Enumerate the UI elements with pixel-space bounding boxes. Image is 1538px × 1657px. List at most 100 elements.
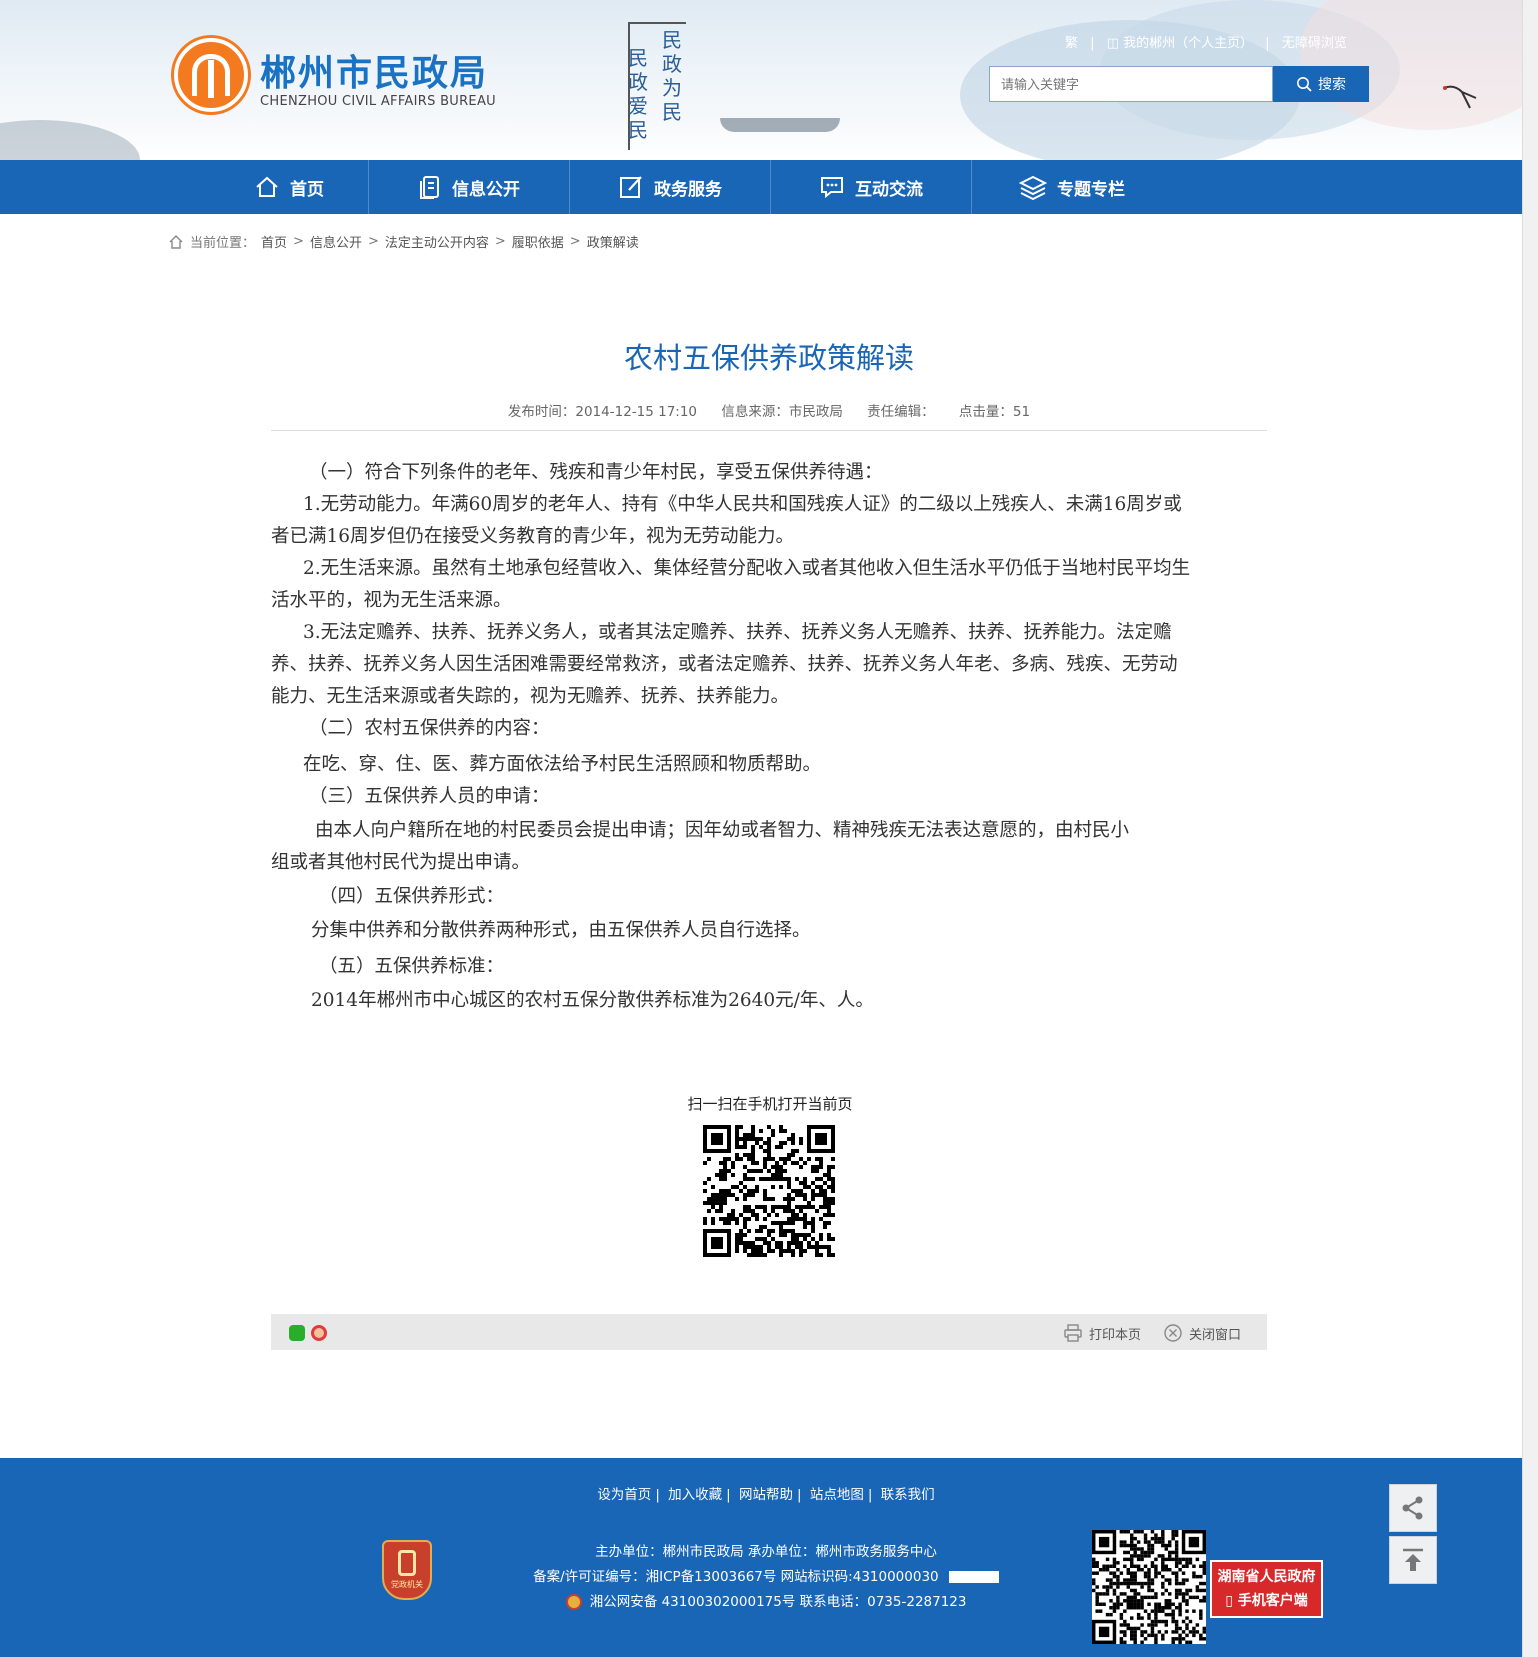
paragraph: 分集中供养和分散供养两种形式，由五保供养人员自行选择。: [311, 920, 811, 941]
crane-decoration: [1443, 85, 1477, 109]
footer-link-set-homepage[interactable]: 设为首页: [597, 1487, 651, 1503]
breadcrumb-separator: >: [367, 234, 379, 249]
breadcrumb-statutory-content[interactable]: 法定主动公开内容: [385, 232, 489, 251]
paragraph: （一）符合下列条件的老年、残疾和青少年村民，享受五保供养待遇：: [309, 462, 883, 483]
footer-link-contact[interactable]: 联系我们: [881, 1487, 935, 1503]
back-to-top-button[interactable]: [1389, 1536, 1437, 1584]
nav-government-service[interactable]: 政务服务: [570, 160, 770, 214]
home-icon: [169, 234, 183, 249]
close-icon: [1164, 1324, 1182, 1342]
article-title: 农村五保供养政策解读: [623, 341, 914, 375]
paragraph: 3.无法定赡养、扶养、抚养义务人，或者其法定赡养、扶养、抚养义务人无赡养、扶养、…: [303, 622, 1172, 643]
paragraph: 由本人向户籍所在地的村民委员会提出申请；因年幼或者智力、精神残疾无法表达意愿的，…: [315, 820, 1130, 841]
footer-link-add-favorite[interactable]: 加入收藏: [668, 1487, 722, 1503]
hit-count: 点击量：51: [958, 404, 1031, 420]
document-icon: [420, 176, 439, 199]
paragraph: 1.无劳动能力。年满60周岁的老年人、持有《中华人民共和国残疾人证》的二级以上残…: [303, 494, 1182, 515]
breadcrumb: 当前位置： 首页 > 信息公开 > 法定主动公开内容 > 履职依据 > 政策解读: [168, 232, 639, 251]
paragraph: 在吃、穿、住、医、葬方面依法给予村民生活照顾和物质帮助。: [303, 754, 822, 775]
paragraph: 2014年郴州市中心城区的农村五保分散供养标准为2640元/年、人。: [311, 990, 874, 1011]
site-name-en: CHENZHOU CIVIL AFFAIRS BUREAU: [260, 94, 496, 109]
paragraph: （三）五保供养人员的申请：: [309, 786, 550, 807]
paragraph: 活水平的，视为无生活来源。: [271, 590, 512, 611]
arrow-up-icon: [1403, 1548, 1423, 1571]
title-divider: [271, 430, 1267, 431]
search-icon: [1297, 77, 1312, 92]
paragraph: 者已满16周岁但仍在接受义务教育的青少年，视为无劳动能力。: [271, 526, 795, 547]
nav-label: 政务服务: [654, 179, 722, 200]
weibo-share-icon[interactable]: [311, 1325, 327, 1341]
nav-info-public[interactable]: 信息公开: [369, 160, 569, 214]
share-float-button[interactable]: [1389, 1484, 1437, 1532]
my-chenzhou-link[interactable]: 我的郴州（个人主页）: [1123, 36, 1253, 51]
breadcrumb-prefix: 当前位置：: [190, 236, 256, 251]
site-footer: 设为首页 | 加入收藏 | 网站帮助 | 站点地图 | 联系我们 党政机关 主办单位：郴…: [0, 1458, 1532, 1657]
breadcrumb-separator: >: [494, 234, 506, 249]
chat-icon: [821, 177, 843, 199]
search-input[interactable]: [989, 66, 1273, 102]
paragraph: 能力、无生活来源或者失踪的，视为无赡养、抚养、扶养能力。: [271, 686, 790, 707]
slogan-right: 民政为民: [662, 28, 682, 124]
nav-interaction[interactable]: 互动交流: [771, 160, 971, 214]
phone-icon: ▯: [1225, 1593, 1233, 1609]
site-logo-icon[interactable]: [174, 38, 248, 112]
nav-label: 专题专栏: [1057, 179, 1125, 200]
breadcrumb-separator: >: [569, 234, 581, 249]
gov-app-line2: 手机客户端: [1237, 1593, 1308, 1609]
nav-special-topics[interactable]: 专题专栏: [972, 160, 1172, 214]
search-button[interactable]: 搜索: [1273, 66, 1369, 102]
footer-icp-text: 备案/许可证编号：湘ICP备13003667号 网站标识码:4310000030: [533, 1569, 939, 1585]
responsible-editor: 责任编辑：: [867, 404, 935, 420]
traditional-chinese-link[interactable]: 繁: [1065, 36, 1078, 51]
hunan-gov-app-button[interactable]: 湖南省人民政府 ▯ 手机客户端: [1210, 1560, 1323, 1618]
site-header: 郴州市民政局 CHENZHOU CIVIL AFFAIRS BUREAU 民政为…: [0, 0, 1532, 160]
main-nav: 首页 信息公开 政务服务 互动交流 专题专栏: [0, 160, 1522, 214]
breadcrumb-home[interactable]: 首页: [261, 232, 287, 251]
page-scrollbar[interactable]: [1522, 0, 1538, 1657]
publish-time: 发布时间：2014-12-15 17:10: [507, 404, 698, 420]
qr-caption: 扫一扫在手机打开当前页: [687, 1095, 853, 1113]
share-icon: [1402, 1496, 1423, 1520]
gov-app-line1: 湖南省人民政府: [1217, 1569, 1316, 1585]
wechat-share-icon[interactable]: [289, 1325, 305, 1341]
footer-sponsor: 主办单位：郴州市民政局 承办单位：郴州市政务服务中心: [595, 1544, 937, 1560]
footer-police-text: 湘公网安备 43100302000175号 联系电话：0735-2287123: [589, 1594, 967, 1610]
footer-link-sitemap[interactable]: 站点地图: [810, 1487, 864, 1503]
search-button-label: 搜索: [1318, 77, 1346, 93]
share-bar: 打印本页 关闭窗口: [271, 1314, 1267, 1350]
article-meta: 发布时间：2014-12-15 17:10 信息来源：市民政局 责任编辑： 点击…: [270, 400, 1268, 420]
breadcrumb-duty-basis[interactable]: 履职依据: [512, 232, 564, 251]
home-icon: [256, 176, 278, 197]
site-name[interactable]: 郴州市民政局: [260, 44, 488, 96]
breadcrumb-policy-interpretation[interactable]: 政策解读: [587, 232, 639, 251]
paragraph: 2.无生活来源。虽然有土地承包经营收入、集体经营分配收入或者其他收入但生活水平仍…: [303, 558, 1191, 579]
toplinks: 繁 | ◫ 我的郴州（个人主页） | 无障碍浏览: [1065, 36, 1347, 51]
cnzz-badge-icon[interactable]: [948, 1571, 999, 1583]
footer-qr-code-icon: [1092, 1530, 1206, 1644]
mountain-decoration: [0, 120, 140, 160]
nav-label: 首页: [290, 179, 324, 200]
boat-decoration: [720, 118, 840, 132]
paragraph: 组或者其他村民代为提出申请。: [271, 852, 531, 873]
nav-label: 互动交流: [855, 179, 923, 200]
layers-icon: [1019, 175, 1047, 200]
paragraph: （二）农村五保供养的内容：: [309, 718, 550, 739]
slogan-left: 民政爱民: [628, 46, 648, 142]
breadcrumb-separator: >: [293, 234, 304, 249]
paragraph: （五）五保供养标准：: [319, 956, 505, 977]
close-window-button[interactable]: 关闭窗口: [1163, 1323, 1241, 1343]
paragraph: 养、扶养、抚养义务人因生活困难需要经常救济，或者法定赡养、扶养、抚养义务人年老、…: [271, 654, 1178, 675]
footer-links: 设为首页 | 加入收藏 | 网站帮助 | 站点地图 | 联系我们: [597, 1487, 935, 1503]
edit-icon: [620, 176, 642, 198]
police-emblem-icon: [565, 1594, 582, 1610]
nav-home[interactable]: 首页: [210, 160, 368, 214]
nav-label: 信息公开: [452, 179, 520, 200]
gov-app-line2-row: ▯ 手机客户端: [1212, 1589, 1321, 1613]
footer-link-help[interactable]: 网站帮助: [739, 1487, 793, 1503]
info-source: 信息来源：市民政局: [721, 404, 843, 420]
monitor-icon: ◫: [1106, 36, 1119, 51]
print-button[interactable]: 打印本页: [1063, 1323, 1141, 1343]
accessible-browse-link[interactable]: 无障碍浏览: [1282, 36, 1347, 51]
breadcrumb-info-public[interactable]: 信息公开: [310, 232, 362, 251]
print-label: 打印本页: [1089, 1327, 1142, 1343]
